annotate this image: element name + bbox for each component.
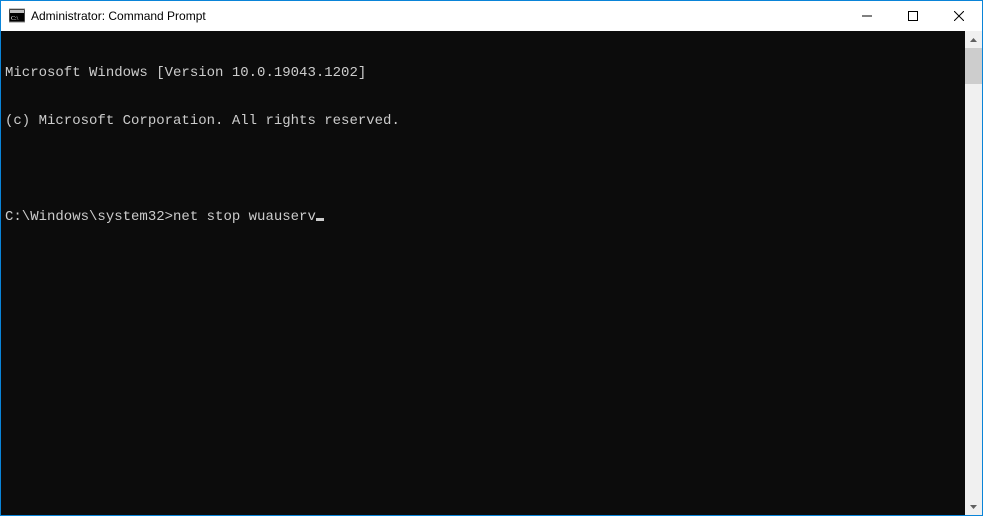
window-title: Administrator: Command Prompt <box>31 9 206 23</box>
console-prompt-line: C:\Windows\system32>net stop wuauserv <box>5 209 965 225</box>
svg-text:C:\: C:\ <box>11 16 19 22</box>
console-line-version: Microsoft Windows [Version 10.0.19043.12… <box>5 65 965 81</box>
console-line-copyright: (c) Microsoft Corporation. All rights re… <box>5 113 965 129</box>
client-area: Microsoft Windows [Version 10.0.19043.12… <box>1 31 982 515</box>
scrollbar-track[interactable] <box>965 48 982 498</box>
scroll-down-button[interactable] <box>965 498 982 515</box>
minimize-icon <box>862 11 872 21</box>
console-prompt: C:\Windows\system32> <box>5 209 173 225</box>
console-line-blank <box>5 161 965 177</box>
close-button[interactable] <box>936 1 982 31</box>
maximize-button[interactable] <box>890 1 936 31</box>
command-prompt-window: C:\ Administrator: Command Prompt <box>0 0 983 516</box>
console-command: net stop wuauserv <box>173 209 316 225</box>
console-output[interactable]: Microsoft Windows [Version 10.0.19043.12… <box>1 31 965 515</box>
maximize-icon <box>908 11 918 21</box>
titlebar[interactable]: C:\ Administrator: Command Prompt <box>1 1 982 31</box>
scroll-up-button[interactable] <box>965 31 982 48</box>
close-icon <box>954 11 964 21</box>
chevron-up-icon <box>970 38 977 42</box>
cmd-icon: C:\ <box>9 8 25 24</box>
scrollbar-thumb[interactable] <box>965 48 982 84</box>
chevron-down-icon <box>970 505 977 509</box>
minimize-button[interactable] <box>844 1 890 31</box>
window-controls <box>844 1 982 31</box>
vertical-scrollbar[interactable] <box>965 31 982 515</box>
text-cursor <box>316 218 324 221</box>
